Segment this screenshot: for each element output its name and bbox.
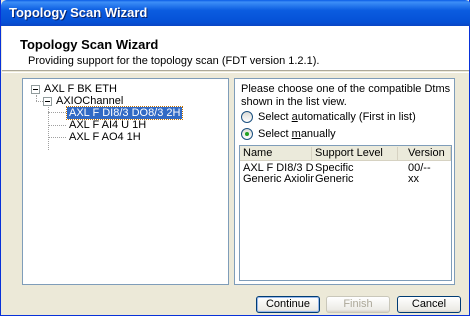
instructions-text: Please choose one of the compatible Dtms… (241, 83, 451, 108)
radio-automatic[interactable] (241, 111, 253, 123)
tree-node-module[interactable]: AXL F AO4 1H (69, 131, 141, 143)
cancel-button[interactable]: Cancel (397, 296, 461, 313)
tree-connector (48, 107, 49, 150)
header-divider (2, 72, 469, 73)
topology-tree[interactable]: AXL F BK ETH AXIOChannel AXL F DI8/3 DO8… (22, 78, 229, 285)
tree-connector (36, 101, 43, 102)
table-row[interactable]: AXL F DI8/3 DO8/... Specific 00/-- (240, 163, 451, 174)
wizard-window: Topology Scan Wizard Topology Scan Wizar… (0, 0, 470, 316)
select-manually-option[interactable]: Select manually (241, 127, 336, 141)
tree-connector (48, 112, 66, 113)
page-title: Topology Scan Wizard (20, 37, 159, 52)
select-manually-label: Select manually (258, 128, 336, 140)
dtm-name-cell: Generic Axioline D... (243, 174, 314, 185)
tree-node-module[interactable]: AXL F AI4 U 1H (69, 119, 146, 131)
title-bar[interactable]: Topology Scan Wizard (1, 0, 470, 26)
continue-button[interactable]: Continue (256, 296, 320, 313)
list-header: Name Support Level Version (240, 146, 451, 161)
select-automatically-option[interactable]: Select automatically (First in list) (241, 110, 416, 124)
collapse-icon[interactable] (43, 97, 52, 106)
dtm-support-cell: Generic (315, 174, 354, 185)
finish-button[interactable]: Finish (326, 296, 390, 313)
table-row[interactable]: Generic Axioline D... Generic xx (240, 174, 451, 185)
column-header-support-level[interactable]: Support Level (312, 147, 398, 160)
dtm-version-cell: xx (408, 174, 419, 185)
dtm-name-cell: AXL F DI8/3 DO8/... (243, 163, 314, 174)
tree-node-module-selected[interactable]: AXL F DI8/3 DO8/3 2H (65, 106, 184, 120)
tree-connector (48, 125, 66, 126)
dtm-support-cell: Specific (315, 163, 354, 174)
wizard-header: Topology Scan Wizard Providing support f… (2, 26, 469, 71)
tree-connector (48, 137, 66, 138)
window-title: Topology Scan Wizard (9, 5, 148, 20)
dtm-selection-panel: Please choose one of the compatible Dtms… (234, 78, 455, 285)
column-header-version[interactable]: Version (398, 147, 451, 160)
dtm-version-cell: 00/-- (408, 163, 431, 174)
dtm-list-view[interactable]: Name Support Level Version AXL F DI8/3 D… (239, 145, 452, 281)
tree-node-root[interactable]: AXL F BK ETH (44, 83, 117, 95)
tree-node-channel[interactable]: AXIOChannel (56, 95, 123, 107)
radio-manual[interactable] (241, 128, 253, 140)
select-automatically-label: Select automatically (First in list) (258, 111, 416, 123)
column-header-name[interactable]: Name (240, 147, 312, 160)
collapse-icon[interactable] (31, 85, 40, 94)
page-subtitle: Providing support for the topology scan … (28, 55, 320, 67)
